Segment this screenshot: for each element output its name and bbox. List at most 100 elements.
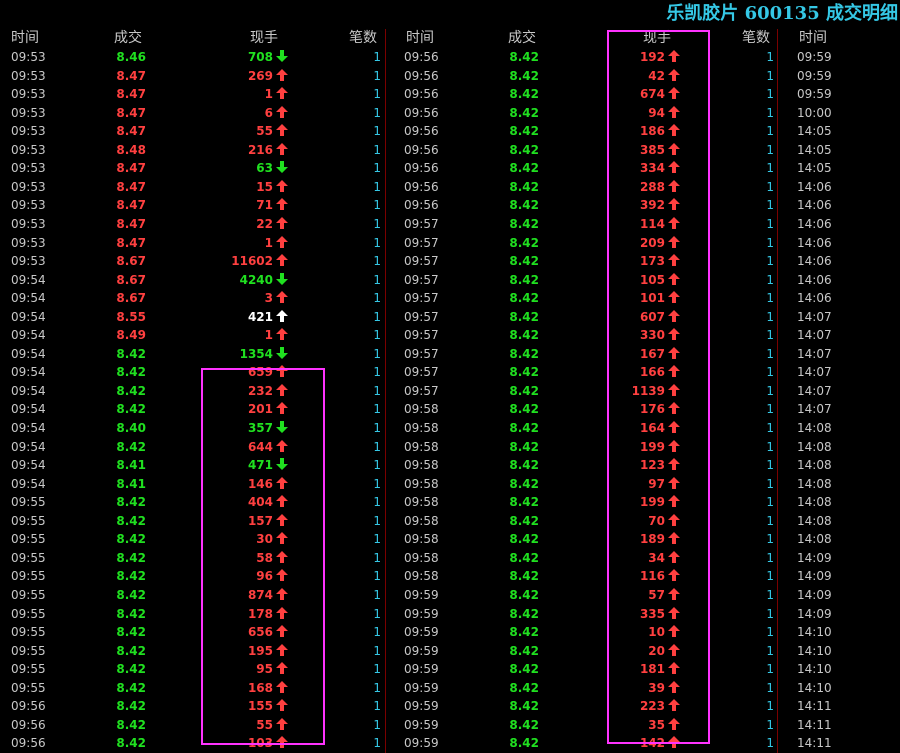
trade-time: 09:54 <box>11 272 46 287</box>
arrow-up-icon <box>668 680 680 698</box>
trade-volume-value: 404 <box>247 495 273 510</box>
trade-volume-value: 674 <box>639 87 665 102</box>
trade-price: 8.42 <box>509 365 539 380</box>
trade-volume: 232 <box>248 382 288 400</box>
arrow-up-icon <box>276 494 288 512</box>
trade-time: 09:57 <box>404 328 439 343</box>
arrow-up-icon <box>276 439 288 457</box>
trade-price: 8.42 <box>509 680 539 695</box>
trade-volume: 269 <box>248 67 288 85</box>
trade-volume: 471 <box>248 456 288 474</box>
trade-time: 09:58 <box>404 550 439 565</box>
arrow-up-icon <box>668 735 680 753</box>
trade-price: 8.42 <box>509 346 539 361</box>
trade-time: 09:53 <box>11 87 46 102</box>
arrow-down-icon <box>276 420 288 438</box>
trade-count: 1 <box>766 254 774 269</box>
trade-time: 14:07 <box>797 383 832 398</box>
trade-time: 09:59 <box>404 662 439 677</box>
arrow-up-icon <box>276 401 288 419</box>
trade-time: 09:54 <box>11 346 46 361</box>
trade-time: 14:11 <box>797 736 832 751</box>
trade-volume-value: 58 <box>256 550 273 565</box>
trade-count: 1 <box>766 569 774 584</box>
trade-volume: 209 <box>640 234 680 252</box>
trade-time: 14:09 <box>797 606 832 621</box>
trade-time: 09:54 <box>11 439 46 454</box>
trade-volume: 392 <box>640 196 680 214</box>
trade-price: 8.42 <box>509 161 539 176</box>
trade-price: 8.42 <box>116 439 146 454</box>
trade-time: 14:05 <box>797 142 832 157</box>
trade-time: 14:10 <box>797 662 832 677</box>
trade-price: 8.42 <box>509 699 539 714</box>
trade-time: 09:56 <box>404 161 439 176</box>
arrow-up-icon <box>668 401 680 419</box>
trade-volume: 70 <box>648 512 680 530</box>
trade-volume: 1 <box>265 326 288 344</box>
trade-time: 09:58 <box>404 476 439 491</box>
trade-volume: 168 <box>248 679 288 697</box>
trade-volume-value: 30 <box>256 532 273 547</box>
trade-time: 09:56 <box>404 50 439 64</box>
trade-time: 14:10 <box>797 625 832 640</box>
column-divider-2 <box>777 29 778 753</box>
trade-time: 09:53 <box>11 217 46 231</box>
trade-volume-value: 216 <box>247 142 273 157</box>
trade-time: 09:56 <box>404 87 439 102</box>
trade-price: 8.42 <box>116 532 146 547</box>
trade-time: 09:54 <box>11 402 46 417</box>
trade-time: 09:56 <box>11 736 46 751</box>
trade-volume-value: 288 <box>639 179 665 194</box>
trade-volume-value: 269 <box>247 68 273 83</box>
trade-price: 8.40 <box>116 421 146 435</box>
trade-price: 8.42 <box>509 328 539 343</box>
trade-count: 1 <box>373 495 381 510</box>
trade-price: 8.42 <box>509 124 539 139</box>
trade-volume-value: 392 <box>639 198 665 213</box>
trade-volume: 30 <box>256 530 288 548</box>
trade-volume-value: 70 <box>648 513 665 528</box>
arrow-up-icon <box>276 197 288 215</box>
trade-time: 14:06 <box>797 217 832 231</box>
trade-time: 09:57 <box>404 272 439 287</box>
trade-volume: 404 <box>248 493 288 511</box>
trade-price: 8.42 <box>509 254 539 269</box>
trade-volume-value: 157 <box>247 513 273 528</box>
trade-price: 8.47 <box>116 235 146 250</box>
trade-time: 09:56 <box>404 124 439 139</box>
trade-volume-value: 105 <box>639 272 665 287</box>
trade-time: 09:55 <box>11 588 46 602</box>
trade-time: 09:55 <box>11 643 46 658</box>
trade-volume-value: 421 <box>247 309 273 324</box>
trade-count: 1 <box>766 662 774 677</box>
trade-time: 09:57 <box>404 235 439 250</box>
trade-volume: 166 <box>640 363 680 381</box>
trade-volume: 656 <box>248 623 288 641</box>
column-header-price-2: 成交 <box>508 30 536 46</box>
trade-volume-value: 116 <box>639 569 665 584</box>
trade-time: 09:56 <box>11 717 46 732</box>
trade-count: 1 <box>766 272 774 287</box>
trade-time: 09:56 <box>404 198 439 213</box>
trade-time: 09:54 <box>11 291 46 306</box>
trade-price: 8.67 <box>116 272 146 287</box>
trade-volume: 421 <box>248 308 288 326</box>
trade-price: 8.42 <box>116 625 146 640</box>
arrow-up-icon <box>276 123 288 141</box>
arrow-up-icon <box>668 661 680 679</box>
trade-count: 1 <box>373 736 381 751</box>
trade-count: 1 <box>373 161 381 176</box>
trade-volume: 176 <box>640 400 680 418</box>
trade-count: 1 <box>766 717 774 732</box>
arrow-down-icon <box>276 160 288 178</box>
trade-volume: 10 <box>648 623 680 641</box>
trade-price: 8.47 <box>116 198 146 213</box>
trade-volume: 167 <box>640 345 680 363</box>
trade-time: 09:55 <box>11 513 46 528</box>
arrow-up-icon <box>276 179 288 197</box>
trade-time: 09:55 <box>11 606 46 621</box>
arrow-up-icon <box>668 346 680 364</box>
trade-count: 1 <box>373 402 381 417</box>
trade-volume-value: 357 <box>247 421 273 435</box>
